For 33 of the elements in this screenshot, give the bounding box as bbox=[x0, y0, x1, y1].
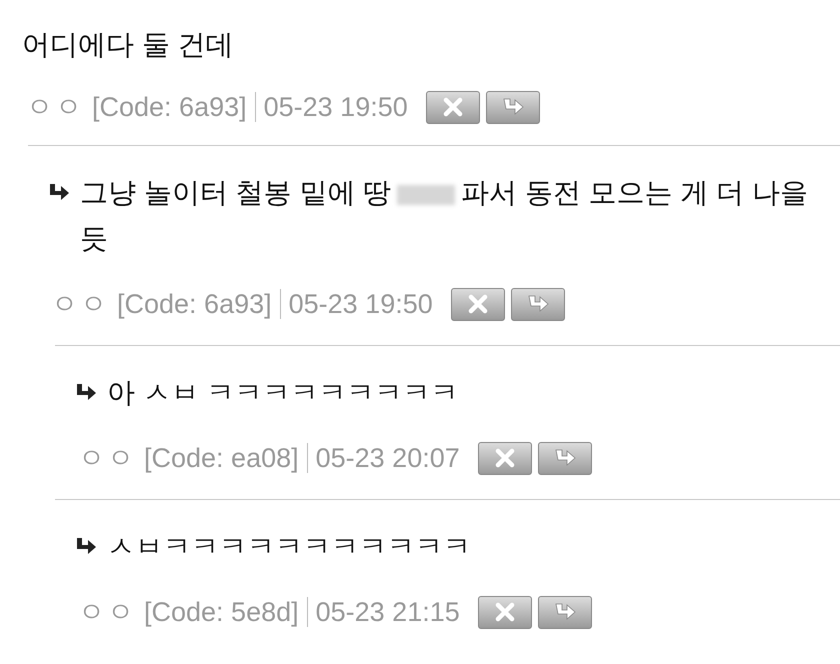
comment-text: 아 ㅅㅂ ㅋㅋㅋㅋㅋㅋㅋㅋㅋ bbox=[107, 376, 460, 410]
reply-button[interactable] bbox=[538, 442, 592, 474]
reply-arrow-icon bbox=[552, 602, 577, 622]
delete-button[interactable] bbox=[450, 288, 505, 320]
comment-text: 파서 동전 모으는 게 더 나을 bbox=[461, 177, 808, 208]
timestamp: 05-23 19:50 bbox=[288, 288, 433, 320]
user-code: [Code: ea08] bbox=[144, 442, 299, 474]
author-name: ㅇㅇ bbox=[51, 288, 109, 321]
comment-text: ㅅㅂㅋㅋㅋㅋㅋㅋㅋㅋㅋㅋㅋ bbox=[107, 530, 472, 564]
timestamp: 05-23 20:07 bbox=[316, 442, 460, 474]
author-name: ㅇㅇ bbox=[78, 442, 136, 475]
delete-button[interactable] bbox=[478, 596, 532, 628]
user-code: [Code: 5e8d] bbox=[144, 596, 299, 628]
comment-text: 그냥 놀이터 철봉 밑에 땅 bbox=[80, 177, 392, 208]
delete-button[interactable] bbox=[426, 90, 480, 124]
reply-arrow-icon bbox=[552, 448, 577, 468]
timestamp: 05-23 21:15 bbox=[316, 596, 460, 628]
reply-arrow-icon bbox=[526, 294, 550, 314]
reply-arrow-icon bbox=[75, 537, 97, 555]
user-code: [Code: 6a93] bbox=[117, 288, 272, 320]
reply-button[interactable] bbox=[538, 596, 592, 628]
reply-arrow-icon bbox=[48, 183, 70, 201]
reply-button[interactable] bbox=[486, 90, 540, 124]
timestamp: 05-23 19:50 bbox=[264, 92, 408, 122]
delete-button[interactable] bbox=[478, 442, 532, 474]
author-name: ㅇㅇ bbox=[78, 596, 136, 629]
reply-button[interactable] bbox=[510, 288, 565, 320]
author-name: ㅇㅇ bbox=[26, 91, 84, 124]
reply-arrow-icon bbox=[500, 97, 525, 117]
user-code: [Code: 6a93] bbox=[92, 92, 247, 122]
reply-arrow-icon bbox=[75, 383, 97, 401]
comment-text: 어디에다 둘 건데 bbox=[22, 28, 235, 62]
comment-text: 듯 bbox=[80, 223, 108, 254]
